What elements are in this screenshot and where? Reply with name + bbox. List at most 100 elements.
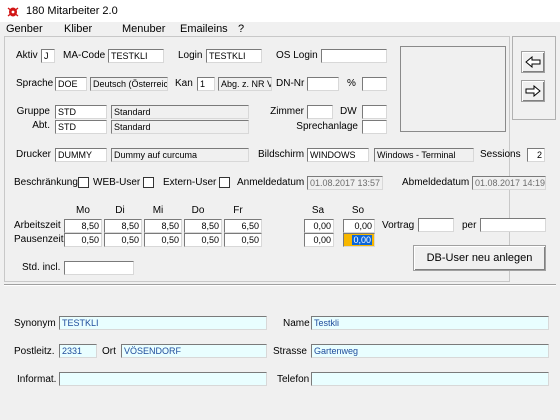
gruppe-code-field[interactable]: STD: [55, 105, 107, 119]
pausenzeit-mi-field[interactable]: 0,50: [144, 233, 182, 247]
drucker-label: Drucker: [16, 149, 52, 160]
postleitz-field[interactable]: 2331: [59, 344, 97, 358]
arbeitszeit-mo-field[interactable]: 8,50: [64, 219, 102, 233]
day-header-di: Di: [115, 205, 125, 216]
oslogin-field[interactable]: [321, 49, 387, 63]
zimmer-field[interactable]: [307, 105, 333, 119]
kan-text-field: Abg. z. NR V: [218, 77, 272, 91]
abt-label: Abt.: [32, 120, 50, 131]
dnnr-field[interactable]: [307, 77, 339, 91]
aktiv-field[interactable]: J: [41, 49, 55, 63]
gruppe-text-field: Standard: [111, 105, 249, 119]
beschraenkung-checkbox[interactable]: [78, 177, 89, 188]
arbeitszeit-so-field[interactable]: 0,00: [343, 219, 375, 233]
menu-genber[interactable]: Genber: [6, 22, 43, 36]
dw-field[interactable]: [362, 105, 387, 119]
pausenzeit-fr-field[interactable]: 0,50: [224, 233, 262, 247]
pausenzeit-di-field[interactable]: 0,50: [104, 233, 142, 247]
day-header-mo: Mo: [76, 205, 90, 216]
stdincl-label: Std. incl.: [22, 262, 61, 273]
db-user-button[interactable]: DB-User neu anlegen: [413, 245, 546, 271]
login-field[interactable]: TESTKLI: [206, 49, 262, 63]
menu-bar: Genber Kliber Menuber Emaileins ?: [0, 22, 560, 36]
menu-kliber[interactable]: Kliber: [64, 22, 92, 36]
vortrag-field[interactable]: [418, 218, 454, 232]
login-label: Login: [178, 50, 203, 61]
menu-emaileins[interactable]: Emaileins: [180, 22, 228, 36]
informat-field[interactable]: [59, 372, 267, 386]
menu-help[interactable]: ?: [238, 22, 244, 36]
menu-menuber[interactable]: Menuber: [122, 22, 165, 36]
informat-label: Informat.: [17, 374, 57, 385]
title-bar: 180 Mitarbeiter 2.0: [0, 0, 560, 22]
sprechanlage-field[interactable]: [362, 120, 387, 134]
sprechanlage-label: Sprechanlage: [296, 121, 358, 132]
day-header-so: So: [351, 205, 365, 216]
kan-field[interactable]: 1: [197, 77, 215, 91]
next-record-button[interactable]: [521, 80, 545, 102]
sprache-text-field: Deutsch (Österreic: [90, 77, 168, 91]
drucker-code-field[interactable]: DUMMY: [55, 148, 107, 162]
pausenzeit-so-selection: 0,00: [352, 235, 372, 245]
name-label: Name: [283, 318, 310, 329]
kan-label: Kan: [175, 78, 193, 89]
app-bug-icon: [7, 7, 19, 17]
sessions-label: Sessions: [480, 149, 521, 160]
arbeitszeit-sa-field[interactable]: 0,00: [304, 219, 334, 233]
pausenzeit-mo-field[interactable]: 0,50: [64, 233, 102, 247]
macode-field[interactable]: TESTKLI: [108, 49, 164, 63]
arrow-right-icon: [525, 85, 541, 97]
ort-label: Ort: [102, 346, 116, 357]
dnnr-label: DN-Nr: [276, 78, 305, 89]
strasse-label: Strasse: [273, 346, 307, 357]
photo-frame[interactable]: [400, 46, 506, 132]
webuser-checkbox[interactable]: [143, 177, 154, 188]
arbeitszeit-do-field[interactable]: 8,50: [184, 219, 222, 233]
externuser-label: Extern-User: [163, 177, 217, 188]
arbeitszeit-fr-field[interactable]: 6,50: [224, 219, 262, 233]
prev-record-button[interactable]: [521, 51, 545, 73]
window-title: 180 Mitarbeiter 2.0: [26, 5, 118, 17]
strasse-field[interactable]: Gartenweg: [311, 344, 549, 358]
bildschirm-code-field[interactable]: WINDOWS: [307, 148, 369, 162]
per-label: per: [462, 220, 477, 231]
sprache-label: Sprache: [16, 78, 54, 89]
record-navigation: [512, 36, 556, 120]
telefon-field[interactable]: [311, 372, 549, 386]
percent-field[interactable]: [362, 77, 387, 91]
oslogin-label: OS Login: [276, 50, 318, 61]
vortrag-label: Vortrag: [382, 220, 415, 231]
webuser-label: WEB-User: [93, 177, 141, 188]
aktiv-label: Aktiv: [16, 50, 38, 61]
pausenzeit-so-field[interactable]: 0,00: [343, 233, 375, 247]
macode-label: MA-Code: [63, 50, 106, 61]
arbeitszeit-label: Arbeitszeit: [14, 220, 61, 231]
abt-code-field[interactable]: STD: [55, 120, 107, 134]
pausenzeit-sa-field[interactable]: 0,00: [304, 233, 334, 247]
anmeldedatum-field: 01.08.2017 13:57: [307, 176, 383, 190]
ort-field[interactable]: VÖSENDORF: [121, 344, 267, 358]
name-field[interactable]: Testkli: [311, 316, 549, 330]
day-header-do: Do: [191, 205, 205, 216]
abmeldedatum-label: Abmeldedatum: [402, 177, 470, 188]
day-header-sa: Sa: [311, 205, 325, 216]
arbeitszeit-di-field[interactable]: 8,50: [104, 219, 142, 233]
dw-label: DW: [340, 106, 357, 117]
pausenzeit-label: Pausenzeit: [14, 234, 64, 245]
sprache-code-field[interactable]: DOE: [55, 77, 87, 91]
synonym-label: Synonym: [14, 318, 56, 329]
per-field[interactable]: [480, 218, 546, 232]
drucker-text-field: Dummy auf curcuma: [111, 148, 249, 162]
abmeldedatum-field: 01.08.2017 14:19: [472, 176, 546, 190]
day-header-fr: Fr: [233, 205, 243, 216]
arbeitszeit-mi-field[interactable]: 8,50: [144, 219, 182, 233]
stdincl-field[interactable]: [64, 261, 134, 275]
synonym-field[interactable]: TESTKLI: [59, 316, 267, 330]
zimmer-label: Zimmer: [270, 106, 304, 117]
pausenzeit-do-field[interactable]: 0,50: [184, 233, 222, 247]
sessions-field[interactable]: 2: [527, 148, 545, 162]
externuser-checkbox[interactable]: [219, 177, 230, 188]
gruppe-label: Gruppe: [16, 106, 50, 117]
percent-label: %: [347, 78, 356, 89]
postleitz-label: Postleitz.: [14, 346, 55, 357]
